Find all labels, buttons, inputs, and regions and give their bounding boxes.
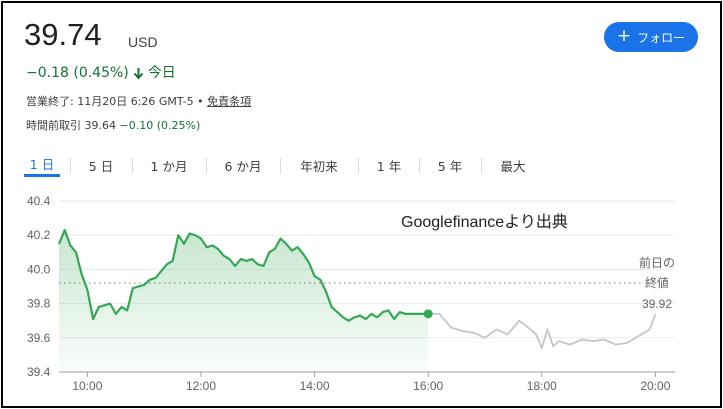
x-tick-label: 14:00 [300, 379, 330, 393]
y-tick-label: 40.4 [27, 194, 51, 208]
x-tick-label: 12:00 [186, 379, 216, 393]
price-chart: 40.4 40.2 40.0 39.8 39.6 39.4 10:00 12:00 14:00… [27, 194, 675, 393]
chart-series [57, 229, 657, 372]
x-tick-label: 20:00 [640, 379, 670, 393]
y-tick-label: 39.4 [27, 365, 51, 379]
after-hours-price-line [428, 313, 657, 349]
x-tick-label: 16:00 [413, 379, 443, 393]
x-axis-ticks: 10:00 12:00 14:00 16:00 18:00 20:00 [72, 372, 671, 393]
previous-close-value: 39.92 [642, 297, 672, 311]
chart-watermark: Googlefinanceより出典 [401, 213, 568, 231]
current-price-dot [423, 309, 433, 319]
y-tick-label: 40.0 [27, 262, 51, 276]
previous-close-label: 終値 [645, 275, 669, 290]
y-tick-label: 39.8 [27, 297, 51, 311]
previous-close-label: 前日の [639, 255, 675, 270]
y-tick-label: 39.6 [27, 331, 51, 345]
y-axis-ticks: 40.4 40.2 40.0 39.8 39.6 39.4 [27, 194, 51, 379]
stock-quote-card: 39.74 USD −0.18 (0.45%) 今日 営業終了: 11月20日 … [1, 1, 722, 408]
x-tick-label: 10:00 [72, 379, 102, 393]
x-tick-label: 18:00 [527, 379, 557, 393]
y-tick-label: 40.2 [27, 228, 51, 242]
price-area-fill [59, 230, 429, 372]
